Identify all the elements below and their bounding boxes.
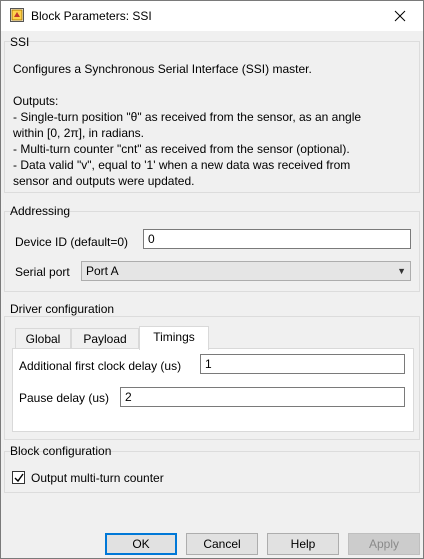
ssi-group-title: SSI bbox=[10, 35, 30, 49]
window-title: Block Parameters: SSI bbox=[31, 9, 152, 23]
tab-global[interactable]: Global bbox=[15, 328, 71, 350]
device-id-field[interactable]: 0 bbox=[143, 229, 411, 249]
pause-delay-field[interactable]: 2 bbox=[120, 387, 405, 407]
description-line: within [0, 2π], in radians. bbox=[13, 126, 145, 140]
block-parameters-dialog: Block Parameters: SSI SSI Configures a S… bbox=[0, 0, 424, 559]
description-line: - Data valid "v", equal to '1' when a ne… bbox=[13, 158, 351, 172]
apply-button[interactable]: Apply bbox=[348, 533, 420, 555]
description-line: Configures a Synchronous Serial Interfac… bbox=[13, 62, 312, 76]
first-clock-delay-field[interactable]: 1 bbox=[200, 354, 405, 374]
description-line: Outputs: bbox=[13, 94, 59, 108]
tab-timings[interactable]: Timings bbox=[139, 326, 209, 350]
description-line: - Single-turn position "θ" as received f… bbox=[13, 110, 362, 124]
block-config-group-title: Block configuration bbox=[10, 444, 112, 458]
description-line: sensor and outputs were updated. bbox=[13, 174, 195, 188]
checkmark-icon bbox=[14, 473, 24, 483]
driver-config-group-title: Driver configuration bbox=[10, 302, 115, 316]
output-multi-turn-label[interactable]: Output multi-turn counter bbox=[31, 471, 164, 485]
device-id-label: Device ID (default=0) bbox=[15, 235, 129, 249]
help-button[interactable]: Help bbox=[267, 533, 339, 555]
addressing-group-title: Addressing bbox=[10, 204, 71, 218]
output-multi-turn-checkbox[interactable] bbox=[12, 471, 25, 484]
simulink-block-icon bbox=[10, 8, 24, 22]
description-line: - Multi-turn counter "cnt" as received f… bbox=[13, 142, 350, 156]
serial-port-value: Port A bbox=[86, 264, 119, 278]
first-clock-delay-label: Additional first clock delay (us) bbox=[19, 359, 182, 373]
cancel-button[interactable]: Cancel bbox=[186, 533, 258, 555]
title-bar: Block Parameters: SSI bbox=[1, 1, 423, 31]
ok-button[interactable]: OK bbox=[105, 533, 177, 555]
close-icon[interactable] bbox=[377, 1, 423, 31]
serial-port-select[interactable]: Port A ▼ bbox=[81, 261, 411, 281]
chevron-down-icon: ▼ bbox=[397, 266, 406, 276]
serial-port-label: Serial port bbox=[15, 265, 70, 279]
tab-payload[interactable]: Payload bbox=[71, 328, 139, 350]
pause-delay-label: Pause delay (us) bbox=[19, 391, 110, 405]
